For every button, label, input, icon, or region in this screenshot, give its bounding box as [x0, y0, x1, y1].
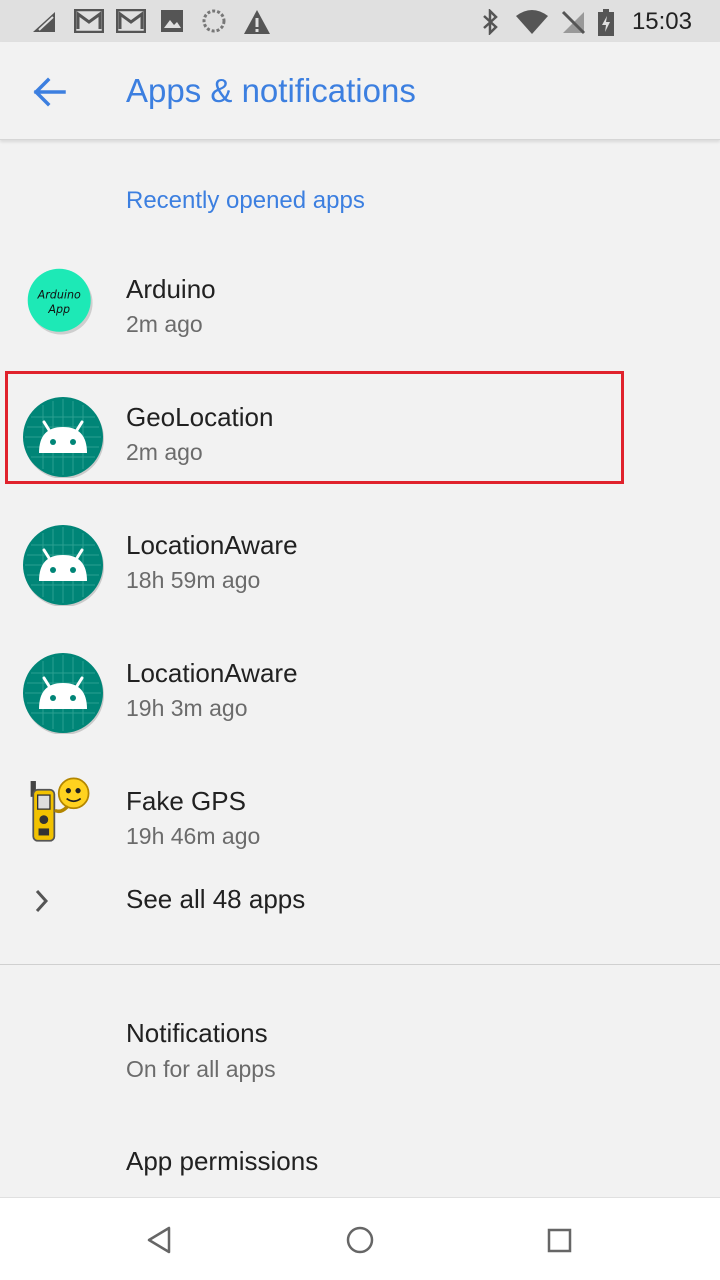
svg-text:Arduino: Arduino: [37, 288, 81, 301]
app-bar: Apps & notifications: [0, 42, 720, 140]
app-item-locationaware[interactable]: LocationAware 18h 59m ago: [0, 499, 720, 627]
gmail-icon: [74, 9, 104, 33]
back-button[interactable]: [22, 70, 78, 114]
home-circle-icon: [346, 1226, 374, 1254]
back-triangle-icon: [147, 1226, 171, 1254]
app-name: GeoLocation: [126, 402, 274, 432]
setting-title: Notifications: [126, 1018, 268, 1048]
app-name: LocationAware: [126, 658, 298, 688]
svg-text:App: App: [47, 303, 70, 316]
android-robot-icon: [23, 397, 104, 478]
app-last-opened: 18h 59m ago: [126, 567, 261, 593]
battery-charging-icon: [598, 9, 614, 36]
page-title: Apps & notifications: [126, 72, 416, 109]
setting-item-notifications[interactable]: Notifications On for all apps: [0, 986, 720, 1114]
app-last-opened: 2m ago: [126, 311, 203, 337]
android-robot-icon: [23, 653, 104, 734]
status-time: 15:03: [631, 8, 692, 35]
arrow-back-icon: [33, 77, 66, 107]
status-bar: 15:03: [0, 0, 720, 42]
android-robot-icon: [23, 525, 104, 606]
see-all-apps-label: See all 48 apps: [126, 884, 306, 914]
app-last-opened: 2m ago: [126, 439, 203, 465]
no-signal-icon: [561, 10, 586, 35]
nav-recents-button[interactable]: [537, 1218, 581, 1262]
gmail-icon: [116, 9, 146, 33]
app-last-opened: 19h 3m ago: [126, 695, 248, 721]
navigation-bar: [0, 1197, 720, 1280]
app-name: Fake GPS: [126, 786, 246, 816]
app-last-opened: 19h 46m ago: [126, 823, 261, 849]
nav-back-button[interactable]: [138, 1218, 182, 1262]
warning-icon: [244, 10, 270, 34]
setting-subtitle: On for all apps: [126, 1056, 276, 1082]
setting-title: App permissions: [126, 1146, 319, 1176]
nav-home-button[interactable]: [338, 1218, 382, 1262]
sync-icon: [202, 9, 226, 33]
section-divider: [0, 964, 720, 965]
recents-square-icon: [547, 1228, 572, 1253]
section-header-recent-apps: Recently opened apps: [126, 187, 365, 214]
app-name: LocationAware: [126, 530, 298, 560]
see-all-apps-button[interactable]: See all 48 apps: [0, 861, 720, 961]
chevron-right-icon: [35, 889, 49, 913]
fake-gps-icon: [30, 777, 90, 842]
signal-outline-icon: [33, 12, 55, 32]
arduino-app-icon: Arduino App: [27, 268, 93, 335]
wifi-icon: [516, 10, 548, 34]
settings-content: Recently opened apps Arduino App Arduino…: [0, 141, 720, 1196]
app-item-arduino[interactable]: Arduino App Arduino 2m ago: [0, 243, 720, 371]
setting-item-app-permissions[interactable]: App permissions: [0, 1114, 720, 1196]
app-item-geolocation[interactable]: GeoLocation 2m ago: [0, 371, 720, 499]
app-item-locationaware[interactable]: LocationAware 19h 3m ago: [0, 627, 720, 755]
app-name: Arduino: [126, 274, 216, 304]
bluetooth-icon: [483, 9, 498, 35]
image-icon: [161, 10, 183, 32]
